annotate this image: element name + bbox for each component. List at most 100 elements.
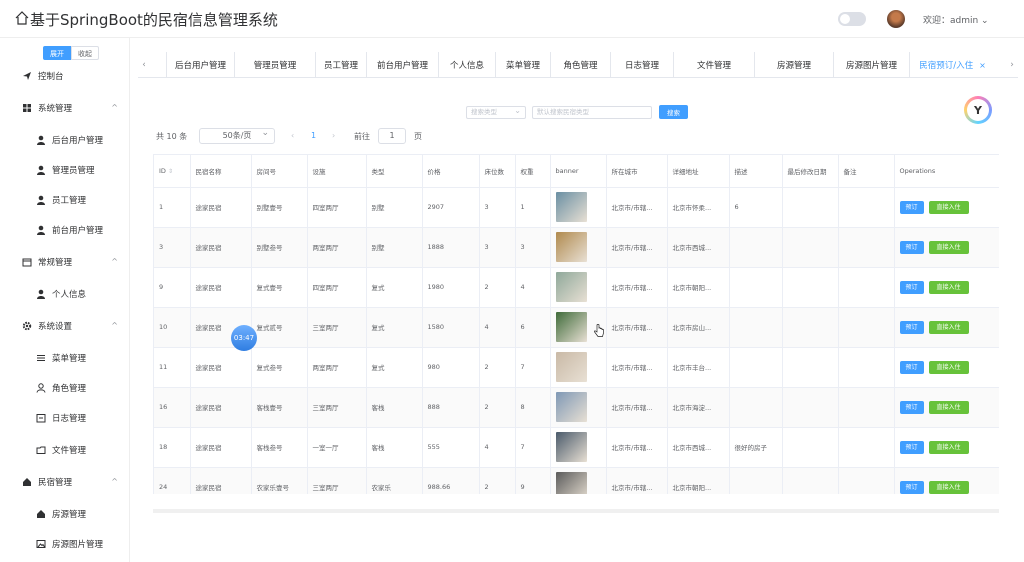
check-in-button[interactable]: 直接入住: [928, 480, 969, 494]
operations-cell: 预订 直接入住: [894, 387, 999, 428]
user-menu[interactable]: 欢迎：admin ⌄: [923, 13, 989, 26]
sidebar-item[interactable]: 常规管理 ^: [0, 252, 130, 272]
column-header: 房间号: [251, 155, 308, 188]
column-header[interactable]: ID ⇕: [154, 155, 191, 188]
tab-item[interactable]: 个人信息: [438, 52, 495, 78]
search-button[interactable]: 搜索: [659, 105, 688, 119]
book-button[interactable]: 预订: [899, 480, 924, 494]
sidebar-item[interactable]: 管理员管理: [0, 160, 130, 180]
banner-thumbnail[interactable]: [555, 272, 587, 302]
table-cell-room: 复式壹号: [251, 267, 308, 308]
tab-item[interactable]: 管理员管理: [234, 52, 315, 78]
tab-item[interactable]: 房源管理: [754, 52, 833, 78]
tab-item[interactable]: 民宿预订/入住 ×: [909, 52, 995, 78]
table-cell-id: 24: [154, 467, 191, 494]
expand-button[interactable]: 展开: [43, 46, 71, 60]
table-cell-city: 北京市/市辖...: [606, 307, 668, 348]
book-button[interactable]: 预订: [899, 240, 924, 254]
tab-item[interactable]: 前台用户管理: [366, 52, 438, 78]
sidebar-item[interactable]: 系统设置 ^: [0, 316, 130, 336]
sidebar-item[interactable]: 员工管理: [0, 190, 130, 210]
table-cell-modified: [782, 227, 839, 268]
user-icon: [36, 135, 46, 145]
sidebar-item[interactable]: 房源管理: [0, 504, 130, 524]
banner-thumbnail[interactable]: [555, 192, 587, 222]
sidebar-item[interactable]: 日志管理: [0, 408, 130, 428]
search-input[interactable]: 默认搜索民宿类型: [532, 106, 652, 119]
column-header: banner: [550, 155, 607, 188]
app-root: 基于SpringBoot的民宿信息管理系统 欢迎：admin ⌄ 展开 收起 控…: [0, 0, 1024, 562]
banner-thumbnail[interactable]: [555, 392, 587, 422]
book-button[interactable]: 预订: [899, 200, 924, 214]
sort-icon[interactable]: ⇕: [168, 168, 173, 175]
table-cell-price: 2907: [422, 187, 480, 228]
sidebar-item[interactable]: 菜单管理: [0, 348, 130, 368]
book-button[interactable]: 预订: [899, 440, 924, 454]
search-type-select[interactable]: 搜索类型: [466, 105, 526, 119]
theme-toggle[interactable]: [838, 12, 866, 26]
tab-label: 员工管理: [323, 61, 358, 71]
prev-page-button[interactable]: ‹: [291, 131, 294, 140]
check-in-button[interactable]: 直接入住: [928, 240, 969, 254]
sidebar-item[interactable]: 前台用户管理: [0, 220, 130, 240]
tab-label: 菜单管理: [505, 61, 540, 71]
banner-thumbnail[interactable]: [555, 352, 587, 382]
table-cell-price: 888: [422, 387, 480, 428]
sidebar-item[interactable]: 民宿管理 ^: [0, 472, 130, 492]
page-size-select[interactable]: 50条/页: [199, 126, 275, 144]
sidebar-item[interactable]: 系统管理 ^: [0, 98, 130, 118]
table-cell-city: 北京市/市辖...: [606, 267, 668, 308]
page-number[interactable]: 1: [311, 131, 316, 140]
check-in-button[interactable]: 直接入住: [928, 200, 969, 214]
tab-item[interactable]: 员工管理: [315, 52, 366, 78]
banner-thumbnail[interactable]: [555, 232, 587, 262]
tab-item[interactable]: 菜单管理: [495, 52, 550, 78]
tab-item[interactable]: 日志管理: [610, 52, 673, 78]
sidebar-item-label: 民宿管理: [38, 478, 73, 488]
app-logo: Y: [964, 96, 992, 124]
check-in-button[interactable]: 直接入住: [928, 320, 969, 334]
table-cell-city: 北京市/市辖...: [606, 467, 668, 494]
banner-cell: [550, 227, 607, 268]
table-cell-type: 复式: [366, 347, 423, 388]
check-in-button[interactable]: 直接入住: [928, 440, 969, 454]
check-in-button[interactable]: 直接入住: [928, 400, 969, 414]
column-header-label: 权重: [520, 167, 534, 176]
banner-thumbnail[interactable]: [555, 472, 587, 494]
sidebar-item[interactable]: 后台用户管理: [0, 130, 130, 150]
check-in-button[interactable]: 直接入住: [928, 280, 969, 294]
collapse-button[interactable]: 收起: [71, 46, 99, 60]
banner-thumbnail[interactable]: [555, 432, 587, 462]
user-avatar[interactable]: [887, 10, 905, 28]
home-icon[interactable]: [14, 10, 30, 26]
table-cell-facility: 四室两厅: [307, 267, 367, 308]
tab-label: 角色管理: [563, 61, 598, 71]
banner-thumbnail[interactable]: [555, 312, 587, 342]
sidebar-item[interactable]: 房源图片管理: [0, 534, 130, 554]
tab-label: 房源管理: [776, 61, 811, 71]
chevron-up-icon: ^: [111, 477, 118, 486]
horizontal-scrollbar[interactable]: [153, 509, 999, 513]
book-button[interactable]: 预订: [899, 400, 924, 414]
tab-item[interactable]: 角色管理: [550, 52, 610, 78]
book-button[interactable]: 预订: [899, 320, 924, 334]
table-cell-name: 途家民宿: [190, 187, 252, 228]
book-button[interactable]: 预订: [899, 360, 924, 374]
goto-page-input[interactable]: 1: [378, 128, 406, 144]
check-in-button[interactable]: 直接入住: [928, 360, 969, 374]
column-header-label: 床位数: [484, 167, 505, 176]
sidebar-item[interactable]: 控制台: [0, 66, 130, 86]
tab-prev-button[interactable]: ‹: [138, 52, 150, 78]
tab-item[interactable]: 后台用户管理: [166, 52, 234, 78]
sidebar-item[interactable]: 文件管理: [0, 440, 130, 460]
column-header-label: Operations: [899, 166, 936, 175]
table-cell-weight: 1: [515, 187, 551, 228]
tab-item[interactable]: 文件管理: [673, 52, 754, 78]
sidebar-item[interactable]: 个人信息: [0, 284, 130, 304]
book-button[interactable]: 预订: [899, 280, 924, 294]
tab-next-button[interactable]: ›: [1006, 52, 1018, 78]
tab-item[interactable]: 房源图片管理: [833, 52, 909, 78]
tab-close-icon[interactable]: ×: [979, 61, 986, 70]
next-page-button[interactable]: ›: [332, 131, 335, 140]
sidebar-item[interactable]: 角色管理: [0, 378, 130, 398]
